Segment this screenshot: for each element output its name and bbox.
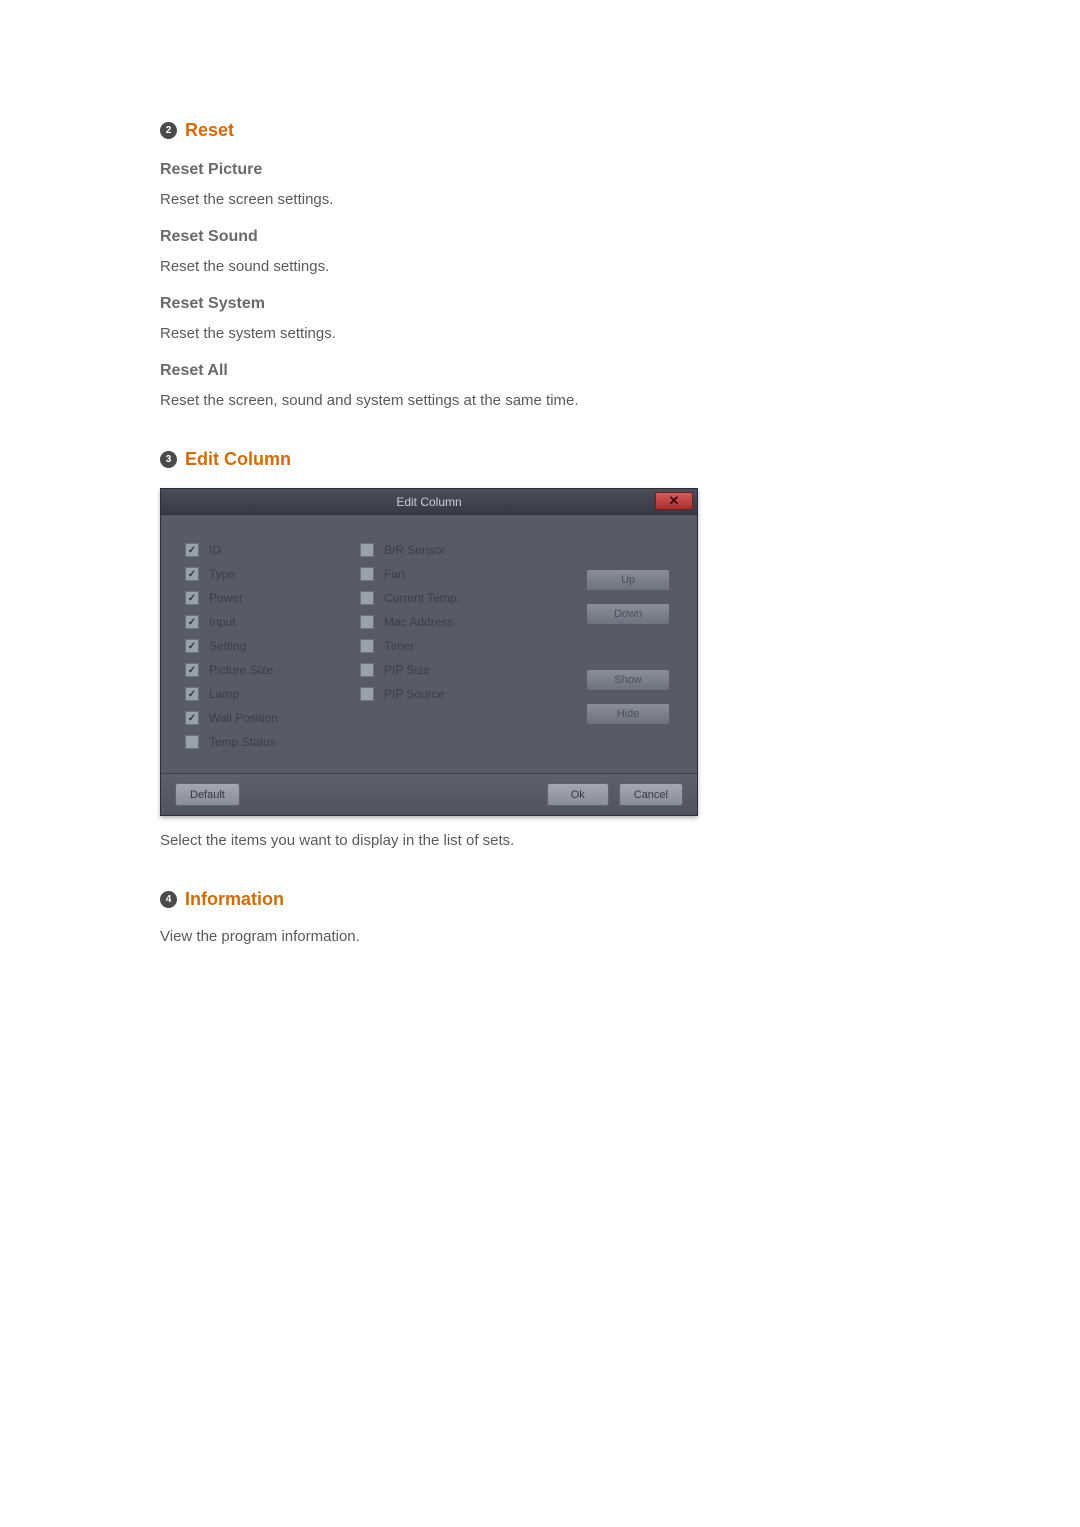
reset-sound-desc: Reset the sound settings. [160, 258, 920, 275]
checkbox[interactable] [185, 711, 199, 725]
checkbox-label: Input [209, 615, 236, 629]
checkbox[interactable] [185, 735, 199, 749]
close-icon: ✕ [669, 493, 680, 509]
checkbox[interactable] [360, 639, 374, 653]
cancel-button[interactable]: Cancel [619, 783, 683, 806]
edit-column-desc: Select the items you want to display in … [160, 832, 920, 849]
checkbox-label: Timer [384, 639, 414, 653]
section-header-information: 4 Information [160, 889, 920, 910]
list-item[interactable]: Current Temp. [360, 591, 555, 605]
list-item[interactable]: Wall Position [185, 711, 360, 725]
column-right: Up Down Show Hide [555, 543, 670, 749]
reset-system-heading: Reset System [160, 295, 920, 313]
reset-all-desc: Reset the screen, sound and system setti… [160, 392, 920, 409]
edit-column-dialog: Edit Column ✕ ID Type Power Input Settin… [160, 488, 698, 816]
checkbox-label: Fan [384, 567, 405, 581]
reset-all-heading: Reset All [160, 362, 920, 380]
list-item[interactable]: PIP Size [360, 663, 555, 677]
close-button[interactable]: ✕ [655, 492, 693, 510]
list-item[interactable]: Input [185, 615, 360, 629]
checkbox-label: Type [209, 567, 235, 581]
checkbox[interactable] [360, 591, 374, 605]
list-item[interactable]: Lamp [185, 687, 360, 701]
column-mid: B/R Sensor Fan Current Temp. Mac Address… [360, 543, 555, 749]
checkbox-label: Wall Position [209, 711, 278, 725]
list-item[interactable]: Setting [185, 639, 360, 653]
checkbox-label: Mac Address [384, 615, 453, 629]
list-item[interactable]: B/R Sensor [360, 543, 555, 557]
list-item[interactable]: Timer [360, 639, 555, 653]
checkbox-label: B/R Sensor [384, 543, 445, 557]
checkbox[interactable] [185, 687, 199, 701]
section-title: Information [185, 889, 284, 910]
reset-picture-desc: Reset the screen settings. [160, 191, 920, 208]
reset-picture-heading: Reset Picture [160, 161, 920, 179]
list-item[interactable]: ID [185, 543, 360, 557]
dialog-titlebar: Edit Column ✕ [161, 489, 697, 515]
checkbox[interactable] [360, 663, 374, 677]
list-item[interactable]: Mac Address [360, 615, 555, 629]
columns-area: ID Type Power Input Setting Picture Size… [161, 543, 697, 749]
hide-button[interactable]: Hide [586, 703, 670, 725]
information-desc: View the program information. [160, 928, 920, 945]
footer-right: Ok Cancel [547, 783, 683, 806]
badge-num: 4 [160, 891, 177, 908]
default-button[interactable]: Default [175, 783, 240, 806]
checkbox[interactable] [185, 543, 199, 557]
list-item[interactable]: PIP Source [360, 687, 555, 701]
checkbox[interactable] [185, 639, 199, 653]
list-item[interactable]: Type [185, 567, 360, 581]
checkbox[interactable] [185, 663, 199, 677]
list-item[interactable]: Picture Size [185, 663, 360, 677]
list-item[interactable]: Temp.Status [185, 735, 360, 749]
section-header-edit-column: 3 Edit Column [160, 449, 920, 470]
section-title: Reset [185, 120, 234, 141]
checkbox[interactable] [185, 615, 199, 629]
list-item[interactable]: Power [185, 591, 360, 605]
checkbox[interactable] [185, 591, 199, 605]
dialog-title: Edit Column [396, 495, 461, 509]
reset-sound-heading: Reset Sound [160, 228, 920, 246]
checkbox-label: ID [209, 543, 221, 557]
section-header-reset: 2 Reset [160, 120, 920, 141]
down-button[interactable]: Down [586, 603, 670, 625]
checkbox[interactable] [360, 543, 374, 557]
checkbox-label: PIP Size [384, 663, 430, 677]
show-button[interactable]: Show [586, 669, 670, 691]
checkbox-label: Lamp [209, 687, 239, 701]
checkbox-label: Setting [209, 639, 246, 653]
checkbox[interactable] [360, 615, 374, 629]
dialog-body: ID Type Power Input Setting Picture Size… [161, 515, 697, 773]
dialog-footer: Default Ok Cancel [161, 773, 697, 815]
checkbox-label: PIP Source [384, 687, 444, 701]
checkbox-label: Temp.Status [209, 735, 276, 749]
checkbox[interactable] [360, 567, 374, 581]
checkbox[interactable] [185, 567, 199, 581]
badge-num: 2 [160, 122, 177, 139]
ok-button[interactable]: Ok [547, 783, 609, 806]
checkbox[interactable] [360, 687, 374, 701]
badge-num: 3 [160, 451, 177, 468]
checkbox-label: Picture Size [209, 663, 273, 677]
column-left: ID Type Power Input Setting Picture Size… [185, 543, 360, 749]
up-button[interactable]: Up [586, 569, 670, 591]
reset-system-desc: Reset the system settings. [160, 325, 920, 342]
checkbox-label: Power [209, 591, 243, 605]
list-item[interactable]: Fan [360, 567, 555, 581]
checkbox-label: Current Temp. [384, 591, 460, 605]
section-title: Edit Column [185, 449, 291, 470]
